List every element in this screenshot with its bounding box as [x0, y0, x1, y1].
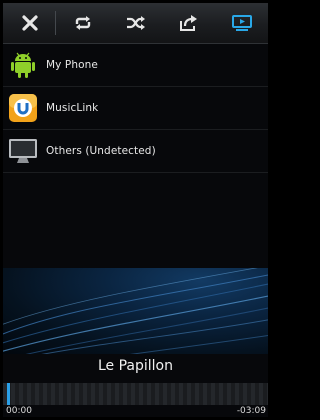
play-to-screen-icon: [231, 15, 252, 31]
device-label: MusicLink: [46, 102, 99, 114]
toolbar: [3, 3, 268, 44]
remaining-time: -03:09: [236, 406, 266, 416]
device-item-musiclink[interactable]: MusicLink: [3, 87, 268, 130]
device-label: Others (Undetected): [46, 145, 156, 157]
monitor-icon: [7, 135, 39, 167]
android-icon: [7, 49, 39, 81]
shuffle-button[interactable]: [109, 3, 162, 43]
device-item-my-phone[interactable]: My Phone: [3, 44, 268, 87]
repeat-icon: [75, 16, 90, 30]
app-frame: My Phone MusicLink Others (Undetected) L…: [3, 3, 268, 417]
device-label: My Phone: [46, 59, 98, 71]
share-button[interactable]: [162, 3, 215, 43]
play-to-screen-button[interactable]: [215, 3, 268, 43]
share-icon: [179, 15, 197, 31]
close-icon: [21, 15, 38, 31]
device-list: My Phone MusicLink Others (Undetected): [3, 44, 268, 173]
elapsed-time: 00:00: [6, 406, 32, 416]
track-title: Le Papillon: [97, 358, 173, 374]
repeat-button[interactable]: [56, 3, 109, 43]
close-button[interactable]: [3, 3, 56, 43]
shuffle-icon: [126, 16, 145, 30]
seek-bar[interactable]: [3, 383, 268, 405]
musiclink-icon: [7, 92, 39, 124]
album-artwork: [3, 268, 268, 354]
seek-thumb[interactable]: [7, 383, 10, 405]
device-item-others[interactable]: Others (Undetected): [3, 130, 268, 173]
